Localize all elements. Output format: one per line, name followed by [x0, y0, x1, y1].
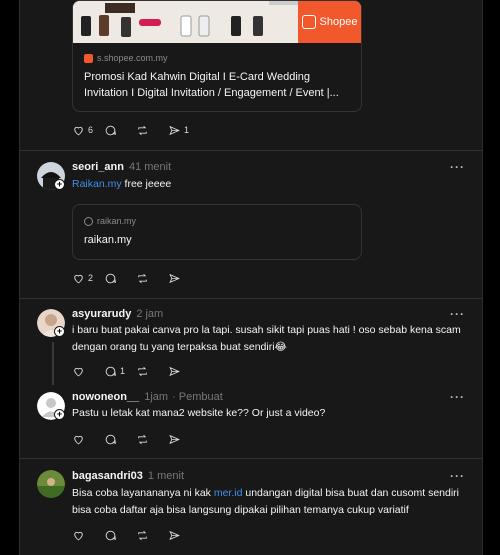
avatar[interactable]: [37, 470, 65, 498]
comment-icon: [105, 530, 116, 540]
reply-button[interactable]: 1: [104, 365, 136, 378]
link-title: Promosi Kad Kahwin Digital I E-Card Wedd…: [84, 71, 339, 99]
send-icon: [169, 125, 180, 135]
more-options-icon[interactable]: ···: [450, 469, 465, 483]
share-button[interactable]: [168, 272, 200, 285]
post-actions: 2: [72, 269, 200, 287]
repost-icon: [138, 125, 147, 135]
heart-icon: [74, 435, 83, 444]
comment-icon: [105, 273, 116, 283]
post-text: Raikan.my free jeeee: [72, 176, 467, 193]
shopee-bag-icon: [301, 15, 316, 29]
product-image: [73, 1, 298, 43]
post-text-a: Bisa coba layanananya ni kak: [72, 487, 214, 499]
heart-icon: [74, 126, 83, 135]
mention-link[interactable]: Raikan.my: [72, 178, 122, 190]
follow-plus-icon[interactable]: +: [54, 179, 65, 190]
username[interactable]: seori_ann: [72, 161, 124, 173]
follow-plus-icon[interactable]: +: [54, 326, 65, 337]
heart-icon: [74, 274, 83, 283]
post-text: Bisa coba layanananya ni kak mer.id unda…: [72, 485, 467, 519]
like-button[interactable]: [72, 433, 104, 446]
send-icon: [169, 273, 180, 283]
repost-icon: [138, 273, 147, 283]
link-preview-card[interactable]: raikan.my raikan.my: [72, 204, 362, 260]
repost-button[interactable]: [136, 529, 168, 542]
repost-icon: [138, 434, 147, 444]
post-header: bagasandri03 1 menit: [72, 470, 184, 482]
reply-button[interactable]: [104, 272, 136, 285]
send-icon: [169, 530, 180, 540]
shopee-favicon-icon: [84, 53, 93, 63]
comment-icon: [105, 125, 116, 135]
comment-icon: [105, 434, 116, 444]
reply-button[interactable]: [104, 433, 136, 446]
follow-plus-icon[interactable]: +: [54, 409, 65, 420]
post-header: seori_ann 41 menit: [72, 161, 171, 173]
globe-icon: [84, 216, 93, 226]
more-options-icon[interactable]: ···: [450, 307, 465, 321]
reply-button[interactable]: [104, 529, 136, 542]
post-divider: [20, 298, 482, 299]
more-options-icon[interactable]: ···: [450, 160, 465, 174]
like-button[interactable]: 2: [72, 272, 104, 285]
username[interactable]: bagasandri03: [72, 470, 143, 482]
post-header: nowoneon__ 1jam · Pembuat: [72, 391, 223, 403]
post-actions: 1: [72, 362, 200, 380]
username[interactable]: asyurarudy: [72, 308, 131, 320]
thread-line: [52, 342, 54, 385]
post-actions: [72, 430, 200, 448]
post-divider: [20, 458, 482, 459]
link-domain: raikan.my: [97, 216, 137, 226]
comment-icon: [105, 366, 116, 376]
more-options-icon[interactable]: ···: [450, 390, 465, 404]
post-text-rest: free jeeee: [121, 178, 172, 190]
send-icon: [169, 434, 180, 444]
repost-button[interactable]: [136, 365, 168, 378]
post-actions: [72, 526, 200, 544]
like-count: 2: [88, 273, 94, 283]
share-button[interactable]: 1: [168, 124, 200, 137]
like-count: 6: [88, 125, 94, 135]
link-title: raikan.my: [84, 234, 132, 246]
repost-icon: [138, 530, 147, 540]
repost-button[interactable]: [136, 433, 168, 446]
author-tag: · Pembuat: [172, 391, 223, 403]
heart-icon: [74, 367, 83, 376]
link-preview-image: Shopee: [73, 1, 361, 43]
share-button[interactable]: [168, 529, 200, 542]
reply-count: 1: [120, 366, 126, 376]
like-button[interactable]: 6: [72, 124, 104, 137]
repost-icon: [138, 366, 147, 376]
post-actions: 6 1: [72, 121, 200, 139]
shopee-badge-label: Shopee: [319, 16, 358, 28]
share-count: 1: [184, 125, 190, 135]
mention-link[interactable]: mer.id: [214, 487, 243, 499]
shopee-banner: Shopee: [298, 1, 361, 43]
send-icon: [169, 366, 180, 376]
feed-panel: Shopee s.shopee.com.my Promosi Kad Kahwi…: [19, 0, 483, 555]
link-preview-card[interactable]: Shopee s.shopee.com.my Promosi Kad Kahwi…: [72, 0, 362, 112]
timestamp: 2 jam: [136, 308, 164, 320]
post-header: asyurarudy 2 jam: [72, 308, 163, 320]
like-button[interactable]: [72, 365, 104, 378]
timestamp: 41 menit: [128, 161, 172, 173]
link-domain: s.shopee.com.my: [97, 53, 168, 63]
like-button[interactable]: [72, 529, 104, 542]
share-button[interactable]: [168, 365, 200, 378]
post-text: Pastu u letak kat mana2 website ke?? Or …: [72, 407, 326, 419]
timestamp: 1jam: [144, 391, 169, 403]
username[interactable]: nowoneon__: [72, 391, 139, 403]
timestamp: 1 menit: [147, 470, 184, 482]
heart-icon: [74, 531, 83, 540]
reply-button[interactable]: [104, 124, 136, 137]
repost-button[interactable]: [136, 272, 168, 285]
share-button[interactable]: [168, 433, 200, 446]
post-text: i baru buat pakai canva pro la tapi. sus…: [72, 324, 461, 353]
post-divider: [20, 150, 482, 151]
repost-button[interactable]: [136, 124, 168, 137]
